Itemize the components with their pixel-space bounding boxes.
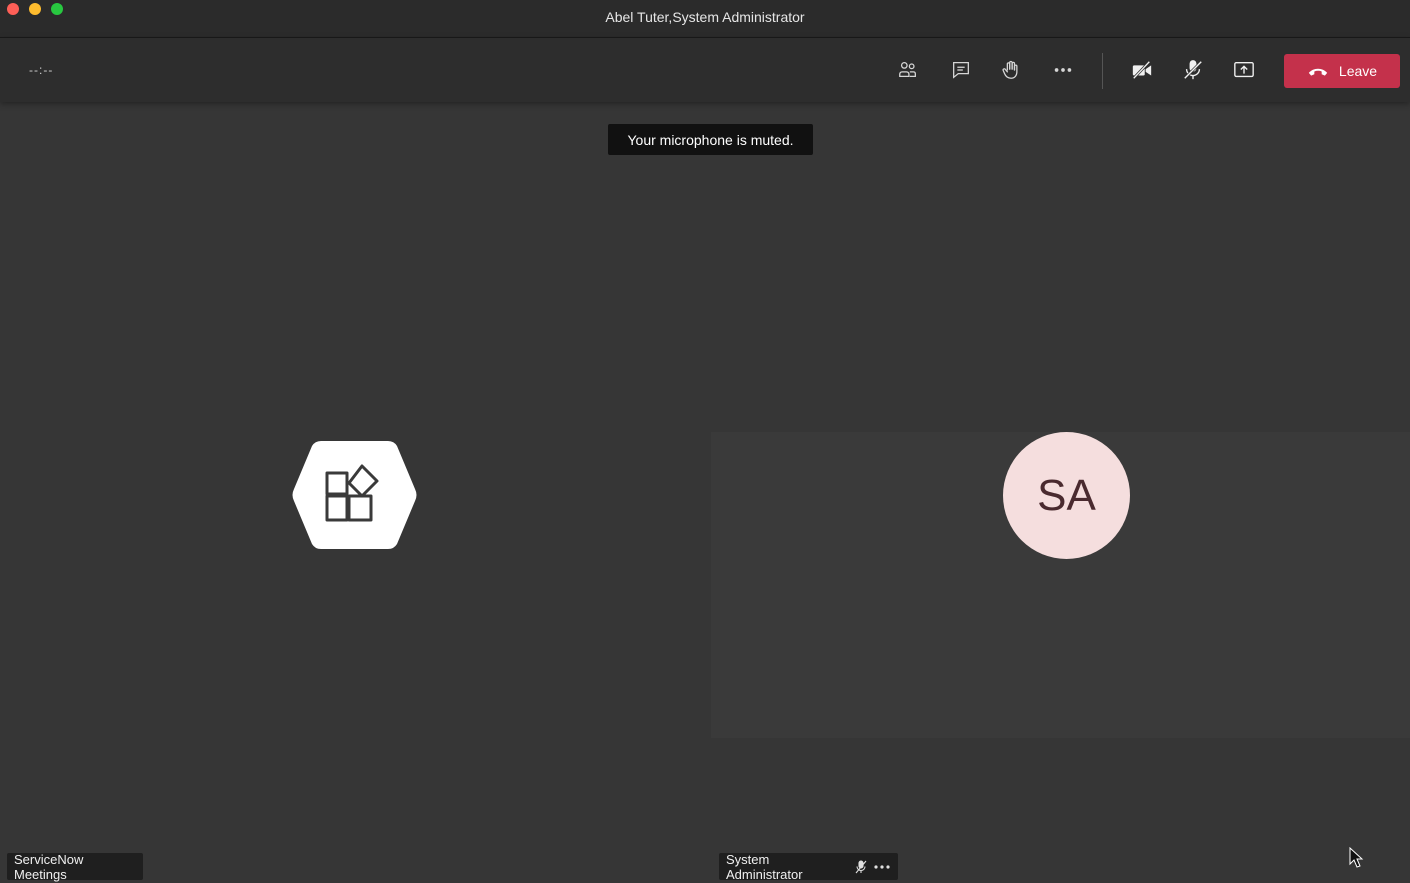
- participant-name: System Administrator: [726, 851, 803, 882]
- more-icon: [1054, 68, 1072, 72]
- participants-button[interactable]: [892, 54, 924, 86]
- participant-name-label: ServiceNow Meetings: [7, 852, 143, 882]
- more-actions-button[interactable]: [1047, 54, 1079, 86]
- meeting-toolbar: --:-- Leave: [0, 38, 1410, 102]
- leave-label: Leave: [1338, 63, 1378, 79]
- participant-name-label: System Administrator: [719, 851, 898, 882]
- camera-off-icon: [1132, 60, 1152, 80]
- share-screen-button[interactable]: [1228, 54, 1260, 86]
- hand-icon: [1002, 60, 1018, 79]
- apps-hexagon-icon: [292, 441, 417, 549]
- chat-button[interactable]: [945, 54, 977, 86]
- camera-toggle-button[interactable]: [1126, 54, 1158, 86]
- toolbar-divider: [1102, 53, 1103, 89]
- raise-hand-button[interactable]: [995, 54, 1027, 86]
- more-icon[interactable]: [873, 864, 891, 870]
- avatar: SA: [1003, 432, 1130, 559]
- mic-off-icon: [855, 859, 867, 874]
- chat-icon: [953, 62, 969, 79]
- window-title: Abel Tuter,System Administrator: [605, 9, 805, 25]
- share-screen-icon: [1234, 61, 1254, 78]
- mouse-cursor-icon: [1349, 847, 1364, 868]
- leave-button[interactable]: Leave: [1284, 54, 1400, 88]
- microphone-toggle-button[interactable]: [1177, 54, 1209, 86]
- meeting-timer: --:--: [29, 63, 54, 77]
- phone-hangup-icon: [1308, 68, 1328, 76]
- title-bar: Abel Tuter,System Administrator: [0, 0, 1410, 38]
- mic-off-icon: [1183, 60, 1203, 80]
- people-icon: [899, 62, 916, 78]
- mic-muted-toast: Your microphone is muted.: [608, 124, 813, 155]
